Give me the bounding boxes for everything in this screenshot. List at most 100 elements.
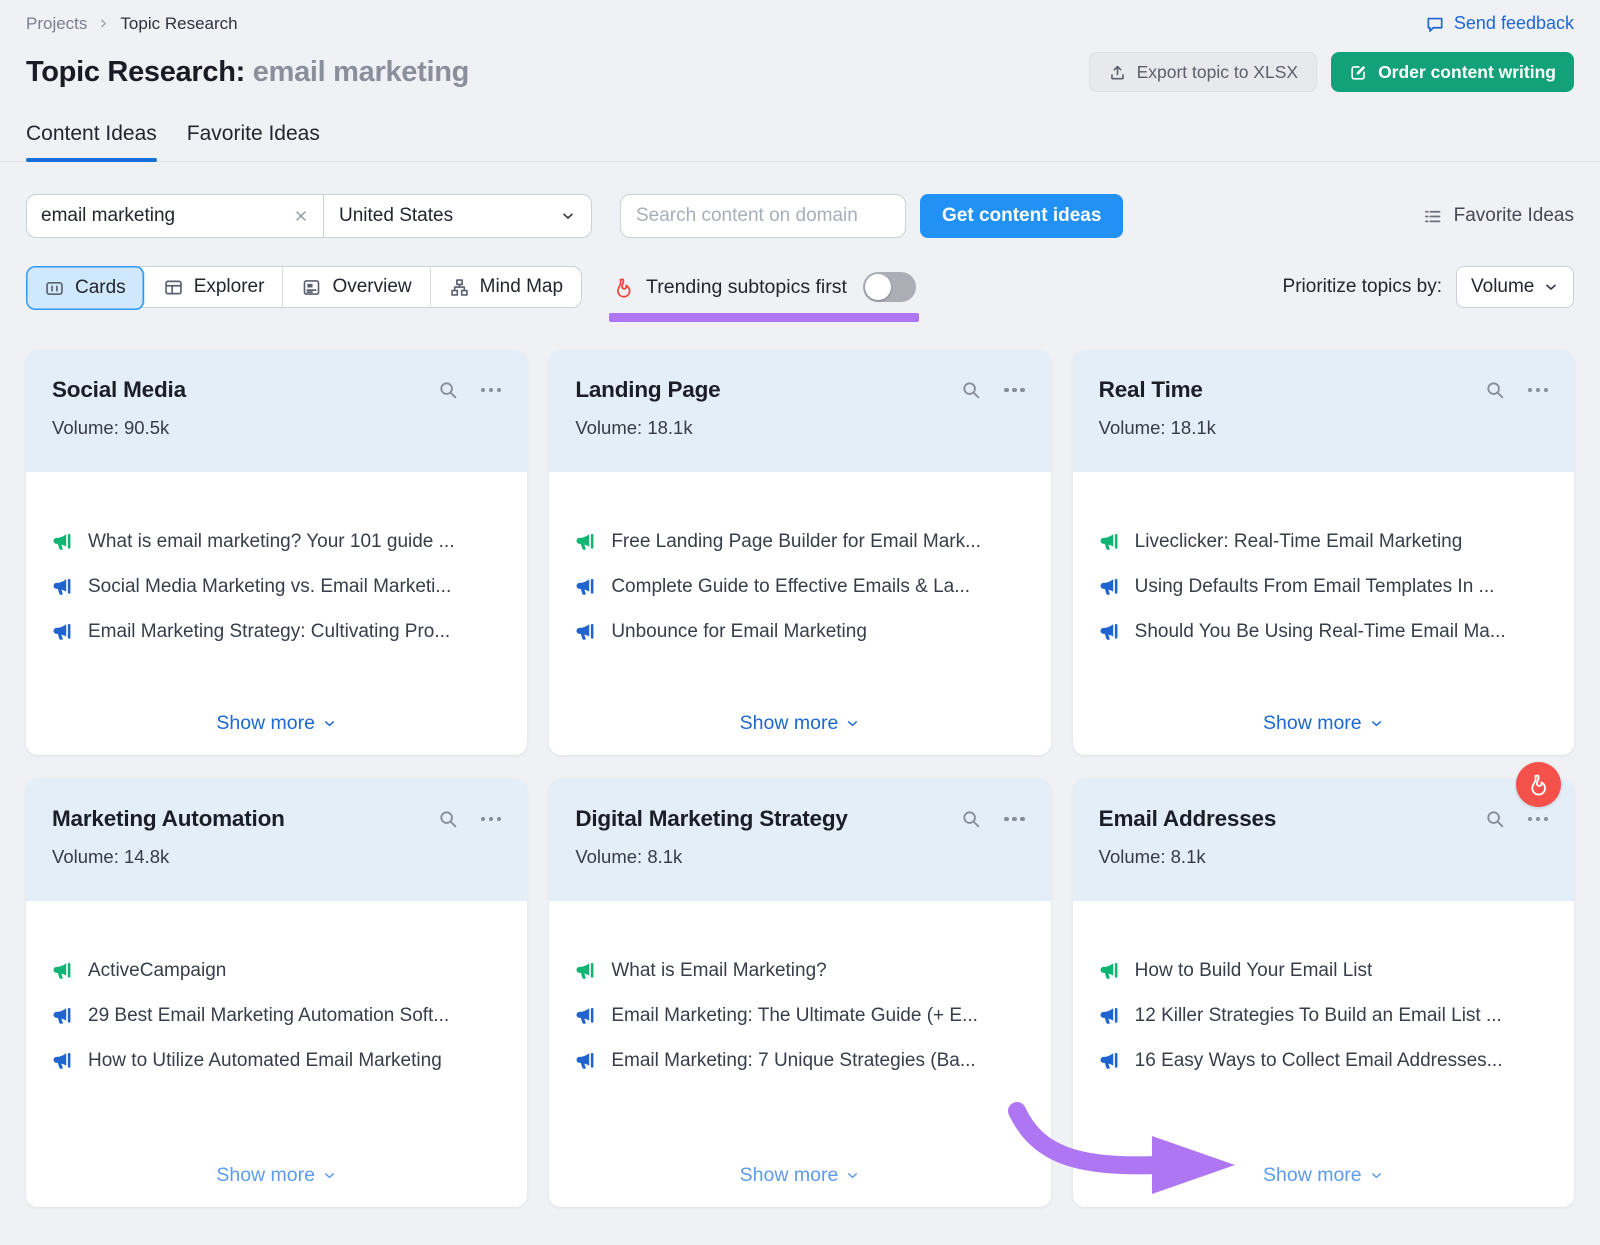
headline-item[interactable]: Should You Be Using Real-Time Email Ma..… (1099, 620, 1548, 643)
headline-text: 16 Easy Ways to Collect Email Addresses.… (1135, 1050, 1503, 1072)
show-more-link[interactable]: Show more (1073, 712, 1574, 735)
headline-item[interactable]: What is Email Marketing? (575, 959, 1024, 982)
headline-item[interactable]: Email Marketing: The Ultimate Guide (+ E… (575, 1004, 1024, 1027)
prioritize-select[interactable]: Volume (1456, 266, 1574, 308)
more-menu-icon[interactable] (1528, 379, 1549, 401)
megaphone-icon (52, 960, 74, 982)
more-menu-icon[interactable] (481, 808, 502, 830)
headline-item[interactable]: Complete Guide to Effective Emails & La.… (575, 575, 1024, 598)
subtopic-card-real-time: Real Time Volume: 18.1k Liveclicker: Rea… (1073, 350, 1574, 755)
megaphone-icon (575, 1005, 597, 1027)
megaphone-icon (1099, 621, 1121, 643)
megaphone-icon (1099, 531, 1121, 553)
search-icon[interactable] (1484, 379, 1506, 401)
card-volume: Volume: 18.1k (1099, 417, 1548, 439)
order-content-writing-button[interactable]: Order content writing (1331, 52, 1574, 92)
export-xlsx-button[interactable]: Export topic to XLSX (1089, 52, 1317, 92)
card-volume: Volume: 90.5k (52, 417, 501, 439)
show-more-link[interactable]: Show more (549, 1164, 1050, 1187)
upload-icon (1108, 63, 1127, 82)
headline-text: Unbounce for Email Marketing (611, 621, 867, 643)
card-title: Digital Marketing Strategy (575, 806, 960, 832)
more-menu-icon[interactable] (1528, 808, 1549, 830)
headline-item[interactable]: Liveclicker: Real-Time Email Marketing (1099, 530, 1548, 553)
headline-text: Should You Be Using Real-Time Email Ma..… (1135, 621, 1506, 643)
subtopic-card-social-media: Social Media Volume: 90.5k What is email… (26, 350, 527, 755)
breadcrumb: Projects Topic Research (26, 14, 238, 34)
headline-item[interactable]: 12 Killer Strategies To Build an Email L… (1099, 1004, 1548, 1027)
favorite-ideas-button[interactable]: Favorite Ideas (1422, 205, 1574, 227)
view-option-mind-map[interactable]: Mind Map (431, 267, 581, 307)
topic-query-input[interactable] (27, 195, 324, 237)
headline-text: What is Email Marketing? (611, 960, 826, 982)
card-body: How to Build Your Email List 12 Killer S… (1073, 901, 1574, 1207)
headline-item[interactable]: Email Marketing: 7 Unique Strategies (Ba… (575, 1049, 1024, 1072)
show-more-link[interactable]: Show more (549, 712, 1050, 735)
headline-item[interactable]: What is email marketing? Your 101 guide … (52, 530, 501, 553)
get-content-ideas-button[interactable]: Get content ideas (920, 194, 1123, 238)
domain-search-input[interactable] (620, 194, 906, 238)
view-option-cards[interactable]: Cards (26, 266, 145, 310)
subtopic-card-digital-marketing-strategy: Digital Marketing Strategy Volume: 8.1k … (549, 779, 1050, 1207)
card-volume: Volume: 8.1k (575, 846, 1024, 868)
cards-view-icon (44, 278, 65, 299)
headline-item[interactable]: 16 Easy Ways to Collect Email Addresses.… (1099, 1049, 1548, 1072)
search-icon[interactable] (1484, 808, 1506, 830)
subtopic-card-marketing-automation: Marketing Automation Volume: 14.8k Activ… (26, 779, 527, 1207)
headline-item[interactable]: Email Marketing Strategy: Cultivating Pr… (52, 620, 501, 643)
headline-item[interactable]: Using Defaults From Email Templates In .… (1099, 575, 1548, 598)
chevron-down-icon (560, 208, 576, 224)
headline-text: ActiveCampaign (88, 960, 226, 982)
headline-item[interactable]: Free Landing Page Builder for Email Mark… (575, 530, 1024, 553)
view-option-explorer[interactable]: Explorer (145, 267, 284, 307)
search-icon[interactable] (437, 379, 459, 401)
more-menu-icon[interactable] (481, 379, 502, 401)
show-more-label: Show more (1263, 1164, 1362, 1187)
search-icon[interactable] (960, 808, 982, 830)
domain-search-field[interactable] (636, 205, 890, 227)
headline-item[interactable]: Social Media Marketing vs. Email Marketi… (52, 575, 501, 598)
trending-subtopics-toggle[interactable] (863, 272, 916, 302)
headline-text: 12 Killer Strategies To Build an Email L… (1135, 1005, 1502, 1027)
headline-text: Free Landing Page Builder for Email Mark… (611, 531, 981, 553)
breadcrumb-projects[interactable]: Projects (26, 14, 87, 34)
report-icon (301, 277, 322, 298)
tab-favorite-ideas[interactable]: Favorite Ideas (187, 122, 320, 161)
card-header: Email Addresses Volume: 8.1k (1073, 779, 1574, 901)
megaphone-icon (575, 960, 597, 982)
headline-item[interactable]: How to Utilize Automated Email Marketing (52, 1049, 501, 1072)
page-title-query: email marketing (253, 56, 469, 88)
send-feedback-link[interactable]: Send feedback (1425, 13, 1574, 34)
show-more-link[interactable]: Show more (26, 712, 527, 735)
chevron-right-icon (97, 17, 110, 30)
headline-item[interactable]: How to Build Your Email List (1099, 959, 1548, 982)
more-menu-icon[interactable] (1004, 379, 1025, 401)
card-body: What is email marketing? Your 101 guide … (26, 472, 527, 755)
show-more-link[interactable]: Show more (1073, 1164, 1574, 1187)
show-more-label: Show more (740, 712, 839, 735)
topic-query-field[interactable] (41, 205, 285, 227)
page-title: Topic Research: email marketing (26, 56, 469, 89)
clear-query-icon[interactable] (293, 208, 309, 224)
headline-item[interactable]: Unbounce for Email Marketing (575, 620, 1024, 643)
tab-content-ideas[interactable]: Content Ideas (26, 122, 157, 161)
headline-item[interactable]: 29 Best Email Marketing Automation Soft.… (52, 1004, 501, 1027)
megaphone-icon (52, 1005, 74, 1027)
toggle-knob (865, 274, 891, 300)
search-icon[interactable] (437, 808, 459, 830)
country-select[interactable]: United States (324, 195, 591, 237)
mind-map-view-label: Mind Map (480, 276, 563, 298)
topic-research-page: Projects Topic Research Send feedback To… (0, 0, 1600, 1207)
table-icon (163, 277, 184, 298)
more-menu-icon[interactable] (1004, 808, 1025, 830)
page-title-prefix: Topic Research: (26, 56, 245, 88)
search-icon[interactable] (960, 379, 982, 401)
view-option-overview[interactable]: Overview (283, 267, 430, 307)
card-body: ActiveCampaign 29 Best Email Marketing A… (26, 901, 527, 1207)
headline-text: What is email marketing? Your 101 guide … (88, 531, 454, 553)
subtopic-card-email-addresses: Email Addresses Volume: 8.1k How to Buil… (1073, 779, 1574, 1207)
headline-text: Email Marketing: 7 Unique Strategies (Ba… (611, 1050, 975, 1072)
headline-item[interactable]: ActiveCampaign (52, 959, 501, 982)
show-more-link[interactable]: Show more (26, 1164, 527, 1187)
overview-view-label: Overview (332, 276, 411, 298)
